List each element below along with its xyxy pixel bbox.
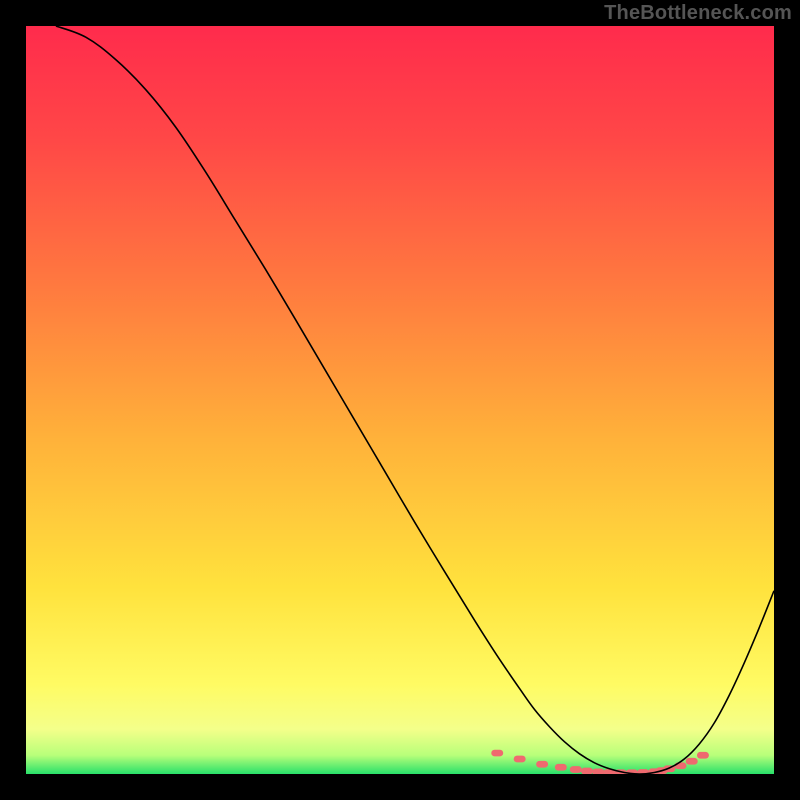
minimum-marker <box>686 758 698 765</box>
bottleneck-chart <box>26 26 774 774</box>
minimum-marker <box>570 766 582 773</box>
minimum-marker <box>675 762 687 769</box>
minimum-marker <box>581 768 593 774</box>
minimum-marker <box>491 750 503 757</box>
chart-frame: TheBottleneck.com <box>0 0 800 800</box>
watermark-text: TheBottleneck.com <box>604 2 792 25</box>
minimum-marker <box>514 756 526 763</box>
plot-background <box>26 26 774 774</box>
minimum-marker <box>697 752 709 759</box>
minimum-marker <box>555 764 567 771</box>
minimum-marker <box>592 769 604 774</box>
minimum-marker <box>536 761 548 768</box>
